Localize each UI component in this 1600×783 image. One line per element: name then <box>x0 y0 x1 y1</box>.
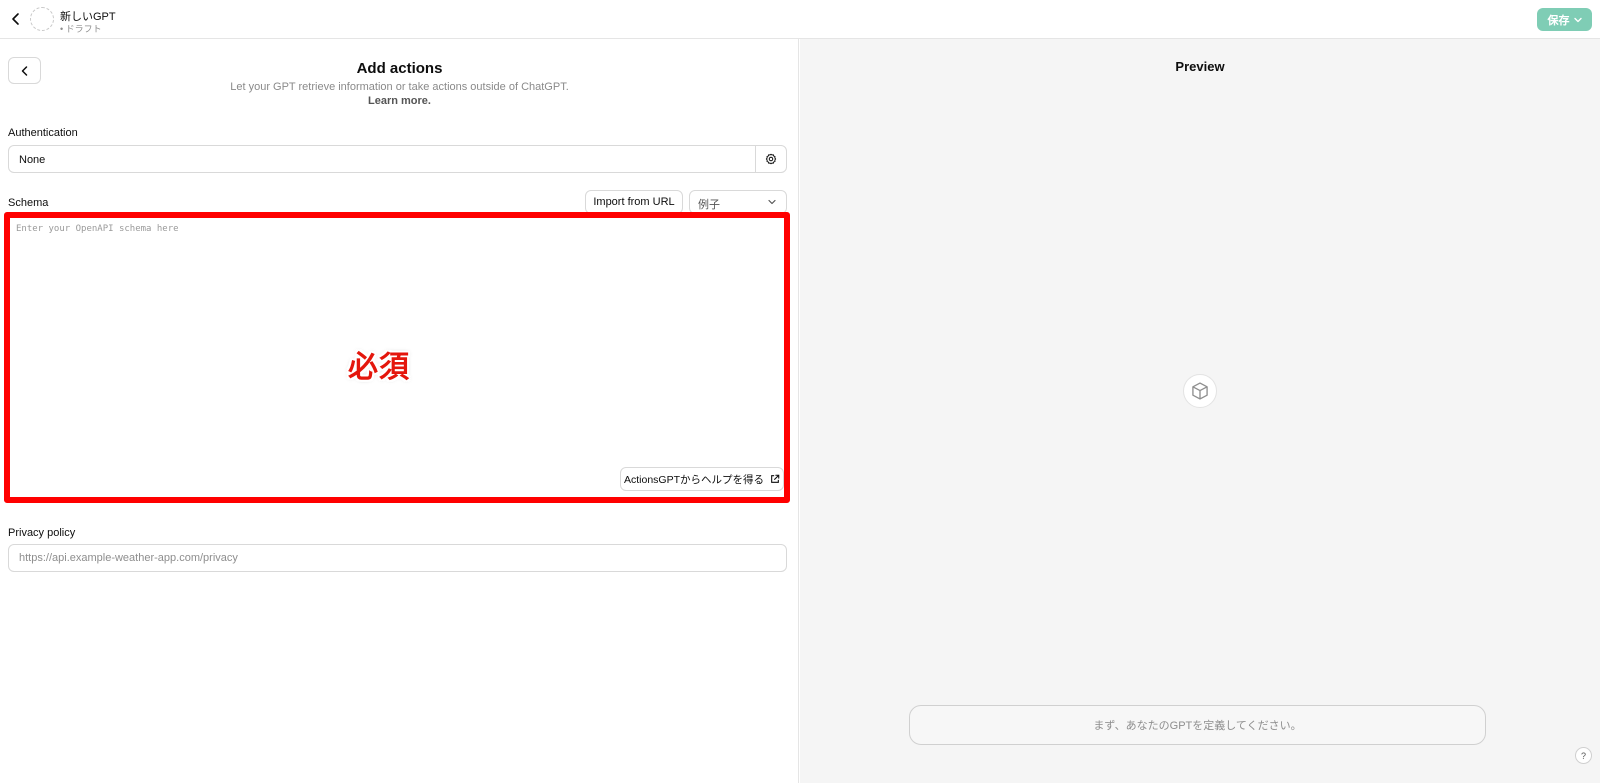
privacy-policy-input[interactable] <box>8 544 787 572</box>
learn-more-label[interactable]: Learn more. <box>368 95 431 107</box>
learn-more-link[interactable]: Learn more. <box>0 95 799 107</box>
import-from-url-button[interactable]: Import from URL <box>585 190 683 214</box>
preview-panel: Preview まず、あなたのGPTを定義してください。 ? <box>800 39 1600 783</box>
example-select-value: 例子 <box>698 199 720 211</box>
top-bar: 新しいGPT • ドラフト 保存 <box>0 0 1600 39</box>
chevron-down-icon <box>768 199 776 205</box>
schema-label: Schema <box>8 197 49 209</box>
cube-icon <box>1192 382 1208 400</box>
actionsgpt-help-label: ActionsGPTからヘルプを得る <box>623 473 765 486</box>
preview-message-placeholder: まず、あなたのGPTを定義してください。 <box>1093 720 1302 732</box>
chevron-down-icon <box>1573 17 1582 22</box>
preview-title: Preview <box>1175 59 1225 74</box>
external-link-icon <box>771 474 780 483</box>
preview-message-input[interactable]: まず、あなたのGPTを定義してください。 <box>909 705 1486 745</box>
gear-icon <box>765 153 777 165</box>
actions-editor-panel: Add actions Let your GPT retrieve inform… <box>0 39 799 783</box>
privacy-policy-label: Privacy policy <box>8 527 76 539</box>
gpt-avatar-placeholder[interactable] <box>30 7 54 31</box>
authentication-field[interactable]: None <box>8 145 787 173</box>
gpt-status: • ドラフト <box>60 24 102 34</box>
page-subtitle: Let your GPT retrieve information or tak… <box>230 81 569 93</box>
schema-editor-highlight: 必須 ActionsGPTからヘルプを得る <box>4 212 790 503</box>
gpt-placeholder-avatar <box>1183 374 1217 408</box>
help-label: ? <box>1580 750 1586 761</box>
page-title: Add actions <box>356 60 443 77</box>
back-arrow-icon[interactable] <box>6 9 26 29</box>
example-select[interactable]: 例子 <box>689 190 787 214</box>
help-button[interactable]: ? <box>1575 747 1592 764</box>
actionsgpt-help-button[interactable]: ActionsGPTからヘルプを得る <box>620 467 784 491</box>
authentication-settings-button[interactable] <box>755 146 786 172</box>
required-annotation: 必須 <box>348 351 410 384</box>
save-button-label: 保存 <box>1547 14 1570 27</box>
import-from-url-label: Import from URL <box>593 196 675 208</box>
authentication-value: None <box>19 154 46 166</box>
authentication-label: Authentication <box>8 127 78 139</box>
save-button[interactable]: 保存 <box>1537 8 1592 31</box>
